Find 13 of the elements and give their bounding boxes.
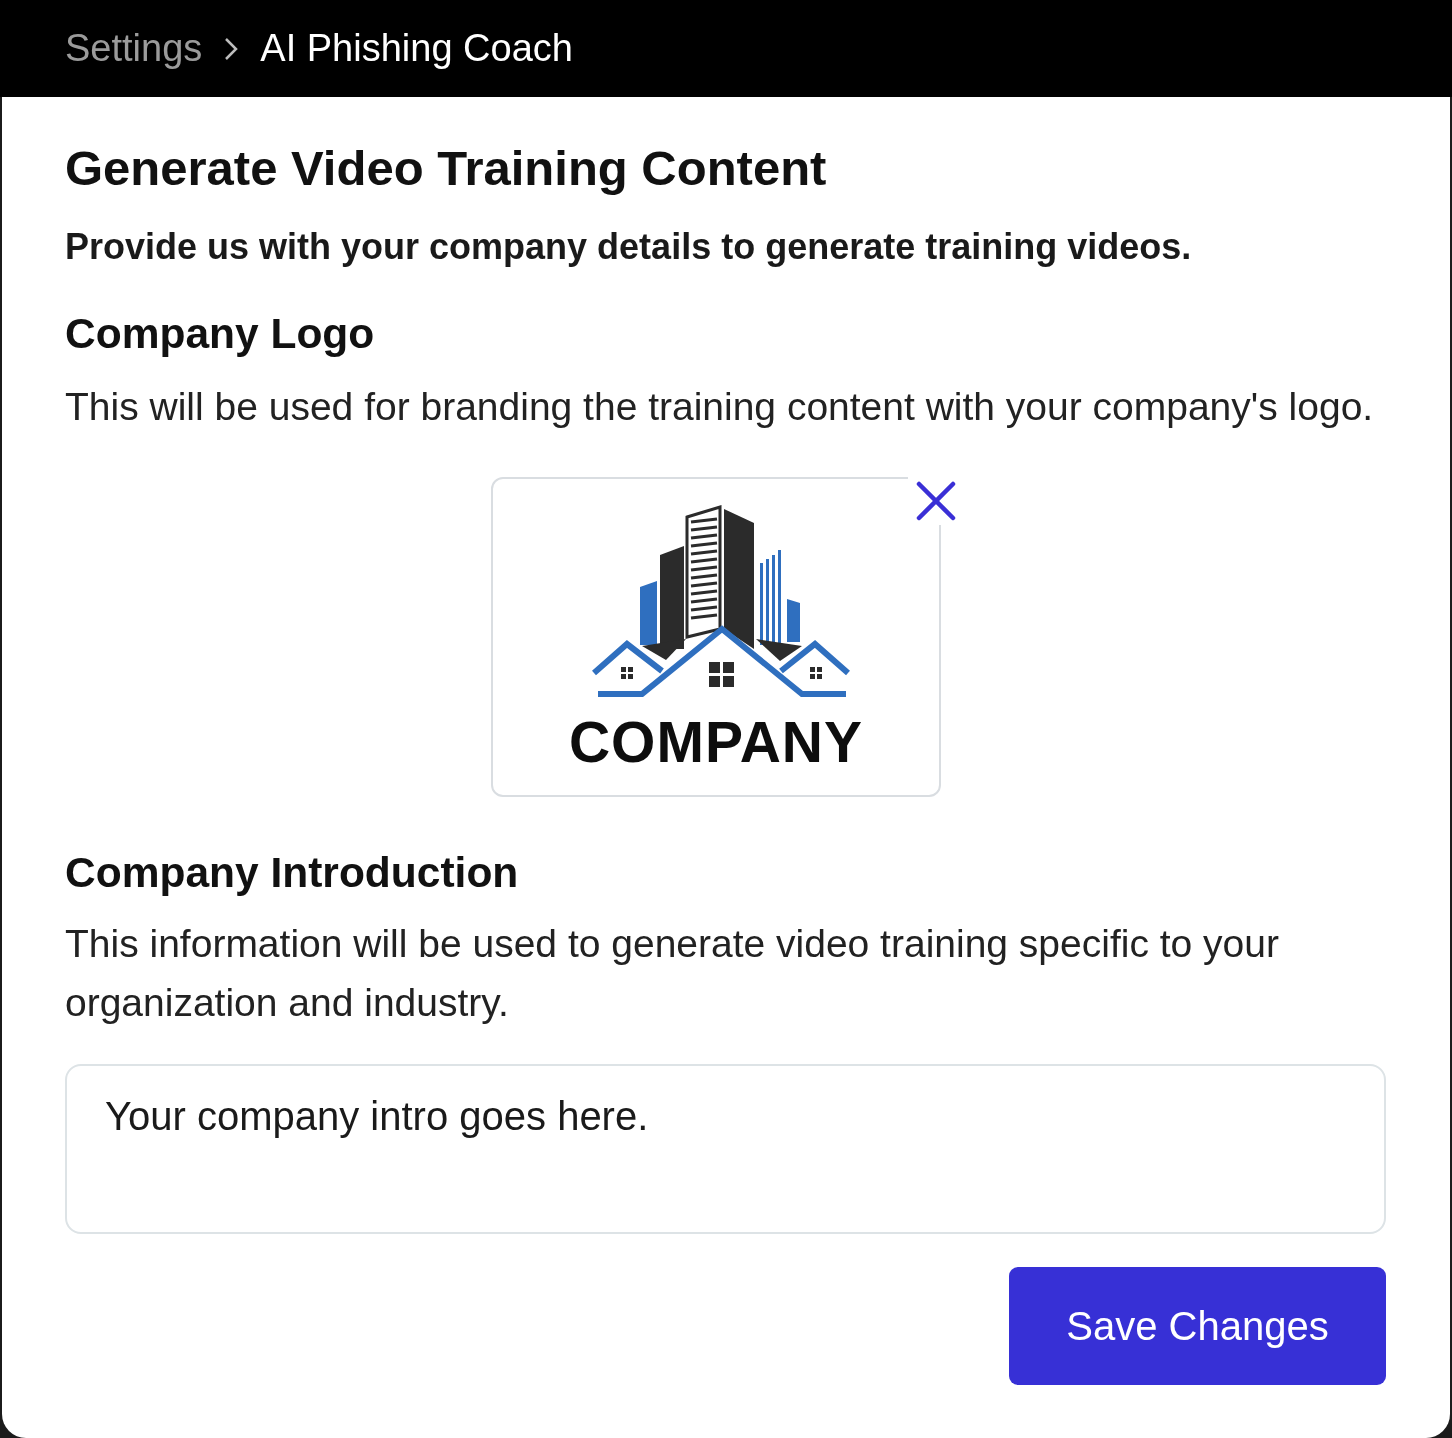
close-icon	[916, 481, 956, 521]
page-subtitle: Provide us with your company details to generate training videos.	[65, 225, 1193, 269]
logo-wordmark: COMPANY	[568, 712, 864, 772]
section-description: This information will be used to generate video training specific to your organization and industry.	[65, 921, 1280, 1026]
intro-text-field[interactable]: Your company intro goes here.	[65, 1064, 1386, 1234]
section-heading: Company Introduction	[65, 849, 520, 897]
section-heading: Company Logo	[65, 310, 376, 358]
breadcrumb-current-page: AI Phishing Coach	[260, 27, 573, 70]
chevron-right-icon	[224, 36, 239, 61]
breadcrumb-link[interactable]: Settings	[65, 27, 203, 70]
section-description: This will be used for branding the training content with your company's logo.	[65, 384, 1375, 430]
save-button[interactable]: Save Changes	[1009, 1267, 1386, 1385]
page-title: Generate Video Training Content	[65, 140, 828, 197]
